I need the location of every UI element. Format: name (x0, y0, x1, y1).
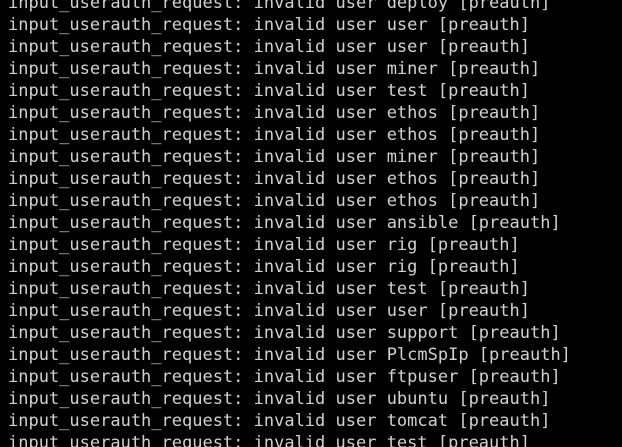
log-line: input_userauth_request: invalid user eth… (8, 103, 541, 123)
log-output: input_userauth_request: invalid user dep… (0, 0, 622, 447)
log-line: input_userauth_request: invalid user ans… (8, 213, 561, 233)
log-line: input_userauth_request: invalid user sup… (8, 323, 561, 343)
log-line: input_userauth_request: invalid user ftp… (8, 367, 561, 387)
log-line: input_userauth_request: invalid user eth… (8, 125, 541, 145)
log-line: input_userauth_request: invalid user min… (8, 59, 541, 79)
terminal-window[interactable]: input_userauth_request: invalid user dep… (0, 0, 622, 447)
log-line: input_userauth_request: invalid user tes… (8, 81, 530, 101)
log-line: input_userauth_request: invalid user rig… (8, 257, 520, 277)
log-line: input_userauth_request: invalid user tes… (8, 433, 530, 447)
log-line: input_userauth_request: invalid user dep… (8, 0, 551, 13)
log-line: input_userauth_request: invalid user eth… (8, 169, 541, 189)
log-line: input_userauth_request: invalid user tom… (8, 411, 551, 431)
log-line: input_userauth_request: invalid user use… (8, 37, 530, 57)
log-line: input_userauth_request: invalid user tes… (8, 279, 530, 299)
log-line: input_userauth_request: invalid user Plc… (8, 345, 571, 365)
log-line: input_userauth_request: invalid user ubu… (8, 389, 551, 409)
log-line: input_userauth_request: invalid user rig… (8, 235, 520, 255)
log-line: input_userauth_request: invalid user use… (8, 301, 530, 321)
log-line: input_userauth_request: invalid user use… (8, 15, 530, 35)
log-line: input_userauth_request: invalid user eth… (8, 191, 541, 211)
log-line: input_userauth_request: invalid user min… (8, 147, 541, 167)
